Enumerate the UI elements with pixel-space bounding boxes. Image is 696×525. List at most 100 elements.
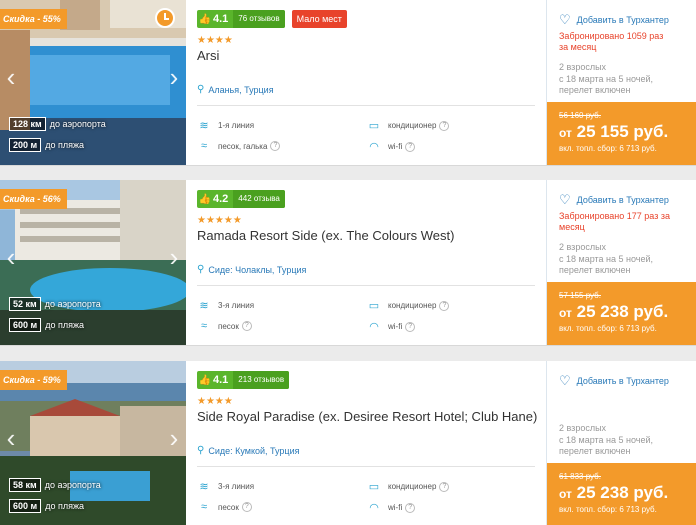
- hotel-location[interactable]: ⚲ Сиде: Кумкой, Турция: [197, 445, 299, 456]
- price-value: 25 238 руб.: [576, 302, 669, 321]
- hotel-location[interactable]: ⚲ Аланья, Турция: [197, 84, 274, 95]
- feature-ac-text: кондиционер: [388, 301, 437, 310]
- trip-details: 2 взрослых с 18 марта на 5 ночей, переле…: [559, 423, 679, 458]
- rating-row: 👍 4.1 76 отзывов Мало мест: [197, 10, 347, 28]
- next-photo-arrow-icon[interactable]: ›: [165, 423, 183, 453]
- beach-icon: ≈: [200, 501, 208, 513]
- help-icon[interactable]: ?: [270, 141, 281, 151]
- feature-beach-text: песок: [218, 321, 239, 331]
- rating-score: 4.2: [213, 193, 229, 205]
- help-icon[interactable]: ?: [439, 481, 450, 492]
- heart-icon: ♡: [559, 373, 571, 388]
- add-to-favorites-button[interactable]: ♡ Добавить в Турхантер: [559, 373, 669, 389]
- reviews-count[interactable]: 76 отзывов: [233, 10, 285, 28]
- add-to-favorites-button[interactable]: ♡ Добавить в Турхантер: [559, 192, 669, 208]
- booking-panel: ♡ Добавить в Турхантер 2 взрослых с 18 ма…: [546, 361, 696, 525]
- hotel-card[interactable]: Скидка - 59% ‹ › 58 км до аэропорта 600 м…: [0, 361, 696, 525]
- add-to-favorites-button[interactable]: ♡ Добавить в Турхантер: [559, 12, 669, 28]
- help-icon[interactable]: ?: [241, 321, 252, 331]
- next-photo-arrow-icon[interactable]: ›: [165, 242, 183, 272]
- fuel-fee: вкл. топл. сбор: 6 713 руб.: [559, 324, 657, 333]
- beach-distance-label: до пляжа: [45, 320, 84, 330]
- booking-panel: ♡ Добавить в Турхантер Забронировано 177 …: [546, 180, 696, 345]
- prev-photo-arrow-icon[interactable]: ‹: [2, 423, 20, 453]
- price-button[interactable]: 56 160 руб. от 25 155 руб. вкл. топл. сб…: [547, 102, 696, 165]
- help-icon[interactable]: ?: [405, 502, 416, 513]
- prev-photo-arrow-icon[interactable]: ‹: [2, 242, 20, 272]
- help-icon[interactable]: ?: [439, 300, 450, 311]
- beach-line-icon: ≋: [199, 481, 209, 493]
- feature-wifi-text: wi-fi: [388, 142, 403, 151]
- rating-badge[interactable]: 👍 4.2 442 отзыва: [197, 190, 285, 208]
- hotel-photo[interactable]: Скидка - 55% ‹ › 128 км до аэропорта 200 …: [0, 0, 186, 165]
- hotel-list: Скидка - 55% ‹ › 128 км до аэропорта 200 …: [0, 0, 696, 525]
- hotel-name[interactable]: Arsi: [197, 48, 219, 63]
- hotel-card[interactable]: Скидка - 56% ‹ › 52 км до аэропорта 600 м…: [0, 180, 696, 346]
- trip-flight: перелет включен: [559, 446, 631, 456]
- trip-party: 2 взрослых: [559, 423, 607, 433]
- air-conditioner-icon: ▭: [368, 120, 380, 132]
- feature-line-text: 3-я линия: [218, 301, 255, 310]
- beach-distance: 200 м до пляжа: [9, 138, 84, 152]
- air-conditioner-icon: ▭: [368, 300, 380, 312]
- rating-row: 👍 4.1 213 отзывов: [197, 371, 290, 389]
- hotel-name[interactable]: Side Royal Paradise (ex. Desiree Resort …: [197, 409, 537, 424]
- hotel-location-text: Сиде: Кумкой, Турция: [208, 445, 300, 456]
- trip-details: 2 взрослых с 18 марта на 5 ночей, переле…: [559, 242, 679, 277]
- feature-beach-text: песок: [218, 502, 239, 512]
- airport-distance: 128 км до аэропорта: [9, 117, 106, 131]
- price-prefix: от: [559, 487, 572, 501]
- help-icon[interactable]: ?: [405, 321, 416, 332]
- trip-details: 2 взрослых с 18 марта на 5 ночей, переле…: [559, 62, 679, 97]
- reviews-count[interactable]: 442 отзыва: [233, 190, 285, 208]
- wifi-icon: ◠: [369, 321, 379, 333]
- hotel-photo[interactable]: Скидка - 56% ‹ › 52 км до аэропорта 600 м…: [0, 180, 186, 345]
- airport-distance: 58 км до аэропорта: [9, 478, 101, 492]
- fuel-fee: вкл. топл. сбор: 6 713 руб.: [559, 144, 657, 153]
- trip-dates: с 18 марта на 5 ночей,: [559, 434, 654, 445]
- rating-score: 4.1: [213, 374, 229, 386]
- rating-badge[interactable]: 👍 4.1 213 отзывов: [197, 371, 290, 389]
- reviews-count[interactable]: 213 отзывов: [233, 371, 290, 389]
- feature-line-text: 3-я линия: [218, 482, 255, 491]
- location-pin-icon: ⚲: [197, 264, 205, 275]
- price-button[interactable]: 61 833 руб. от 25 238 руб. вкл. топл. сб…: [547, 463, 696, 525]
- old-price: 57 155 руб.: [559, 291, 601, 300]
- next-photo-arrow-icon[interactable]: ›: [165, 62, 183, 92]
- hotel-card[interactable]: Скидка - 55% ‹ › 128 км до аэропорта 200 …: [0, 0, 696, 166]
- trip-flight: перелет включен: [559, 85, 631, 95]
- feature-ac-text: кондиционер: [388, 482, 437, 491]
- clock-icon: [155, 8, 175, 28]
- booking-panel: ♡ Добавить в Турхантер Забронировано 1059…: [546, 0, 696, 165]
- help-icon[interactable]: ?: [439, 120, 450, 131]
- feature-ac: ▭ кондиционер?: [367, 299, 450, 312]
- help-icon[interactable]: ?: [241, 502, 252, 512]
- hotel-stars: ★★★★★: [197, 215, 242, 226]
- price-prefix: от: [559, 126, 572, 140]
- rating-score: 4.1: [213, 13, 229, 25]
- beach-distance-value: 200 м: [9, 138, 42, 152]
- feature-beach-text: песок, галька: [218, 141, 268, 151]
- prev-photo-arrow-icon[interactable]: ‹: [2, 62, 20, 92]
- divider: [197, 285, 535, 286]
- feature-wifi: ◠ wi-fi?: [367, 501, 416, 514]
- rating-badge[interactable]: 👍 4.1 76 отзывов: [197, 10, 285, 28]
- add-to-favorites-label: Добавить в Турхантер: [576, 376, 669, 386]
- beach-distance: 600 м до пляжа: [9, 318, 84, 332]
- hotel-location[interactable]: ⚲ Сиде: Чолаклы, Турция: [197, 264, 306, 275]
- discount-badge: Скидка - 55%: [0, 9, 67, 29]
- feature-line: ≋ 3-я линия: [197, 480, 254, 493]
- price-prefix: от: [559, 306, 572, 320]
- hotel-stars: ★★★★: [197, 35, 233, 46]
- help-icon[interactable]: ?: [405, 141, 416, 152]
- trip-dates: с 18 марта на 5 ночей,: [559, 253, 654, 264]
- airport-distance-value: 128 км: [9, 117, 46, 131]
- feature-wifi: ◠ wi-fi?: [367, 140, 416, 153]
- price-button[interactable]: 57 155 руб. от 25 238 руб. вкл. топл. сб…: [547, 282, 696, 345]
- hotel-photo[interactable]: Скидка - 59% ‹ › 58 км до аэропорта 600 м…: [0, 361, 186, 525]
- hotel-location-text: Сиде: Чолаклы, Турция: [208, 264, 307, 275]
- hotel-info: 👍 4.1 76 отзывов Мало мест ★★★★ Arsi ⚲ Ал…: [197, 0, 537, 165]
- hotel-info: 👍 4.1 213 отзывов ★★★★ Side Royal Paradi…: [197, 361, 537, 525]
- airport-distance-value: 52 км: [9, 297, 41, 311]
- hotel-name[interactable]: Ramada Resort Side (ex. The Colours West…: [197, 228, 454, 243]
